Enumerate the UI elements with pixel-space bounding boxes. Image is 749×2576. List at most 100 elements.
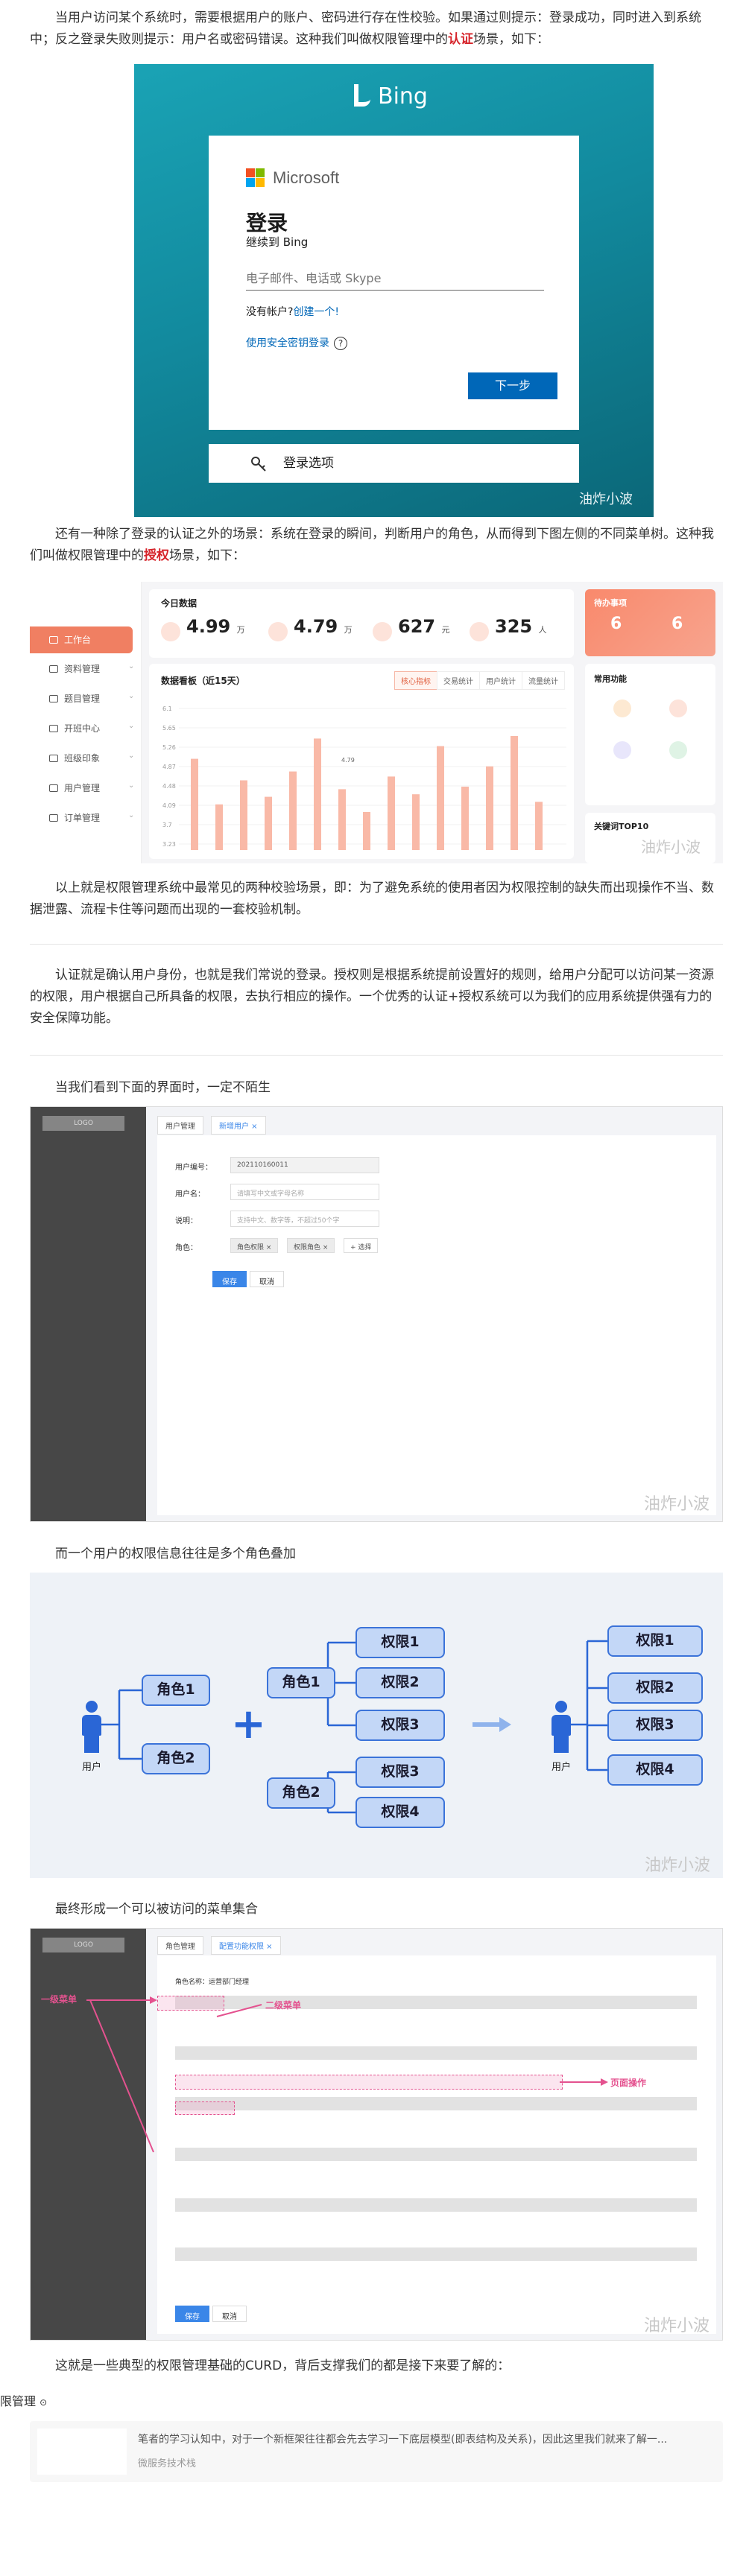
sign-in-options-button[interactable]: 登录选项 bbox=[209, 444, 579, 483]
function-2[interactable] bbox=[656, 699, 701, 722]
user-form-image: LOGO 用户管理 新增用户 × 用户编号： 202110160011 用户名：请… bbox=[30, 1106, 723, 1522]
tab-user-management[interactable]: 用户管理 bbox=[157, 1116, 203, 1135]
key-icon bbox=[251, 457, 266, 472]
chevron-down-icon: ⌄ bbox=[128, 811, 135, 819]
p2-highlight: 授权 bbox=[144, 548, 169, 563]
image-icon bbox=[49, 755, 58, 762]
watermark: 油炸小波 bbox=[579, 492, 633, 507]
p7-text: 最终形成一个可以被访问的菜单集合 bbox=[55, 1902, 258, 1917]
role-chip-2[interactable]: 权限角色 × bbox=[287, 1238, 335, 1253]
role-2-center-box: 角色2 bbox=[267, 1777, 335, 1809]
intro-paragraph: 当用户访问某个系统时，需要根据用户的账户、密码进行存在性校验。如果通过则提示：登… bbox=[30, 7, 723, 51]
y-tick-label: 4.48 bbox=[162, 783, 176, 790]
menu-item-classes[interactable]: 开班中心 ⌄ bbox=[49, 722, 134, 735]
perm-box-1: 权限1 bbox=[355, 1627, 445, 1658]
trend-bar bbox=[437, 746, 444, 850]
workbench-icon bbox=[49, 636, 58, 644]
chevron-down-icon: ⌄ bbox=[128, 662, 135, 670]
bing-logo: Bing bbox=[354, 83, 428, 110]
admin-sidebar: LOGO bbox=[31, 1107, 146, 1521]
user-label-right: 用户 bbox=[552, 1762, 572, 1773]
perm-box-3b: 权限3 bbox=[355, 1757, 445, 1788]
role-chip-1[interactable]: 角色权限 × bbox=[230, 1238, 279, 1253]
create-account-link[interactable]: 创建一个! bbox=[293, 306, 339, 318]
watermark: 油炸小波 bbox=[644, 1495, 710, 1514]
p1-end: 场景，如下： bbox=[473, 32, 549, 47]
role-1-center-box: 角色1 bbox=[267, 1667, 335, 1698]
menu-item-materials[interactable]: 资料管理 ⌄ bbox=[49, 662, 134, 675]
admin-content: 用户管理 新增用户 × 用户编号： 202110160011 用户名： 请填写中文或… bbox=[157, 1116, 716, 1515]
chevron-down-icon: ⌄ bbox=[128, 781, 135, 790]
cancel-button[interactable]: 取消 bbox=[250, 1271, 284, 1287]
description-row: 说明： 支持中文、数字等，不超过50个字 bbox=[175, 1211, 379, 1227]
dashboard-sidebar: 工作台 资料管理 ⌄ 题目管理 ⌄ 开班中心 ⌄ 班级印象 ⌄ 用户管理 ⌄ 订单管理 ⌄ bbox=[30, 582, 142, 863]
y-tick-label: 6.1 bbox=[162, 705, 172, 712]
no-account-text: 没有帐户?创建一个! bbox=[246, 306, 340, 318]
security-key-link[interactable]: 使用安全密钥登录? bbox=[246, 335, 347, 350]
folder-icon bbox=[49, 665, 58, 673]
watermark: 油炸小波 bbox=[645, 1856, 711, 1875]
order-icon bbox=[49, 814, 58, 822]
perm-box-3: 权限3 bbox=[355, 1710, 445, 1741]
user-label: 用户 bbox=[82, 1762, 102, 1773]
menu-item-orders[interactable]: 订单管理 ⌄ bbox=[49, 811, 134, 824]
login-subtitle: 继续到 Bing bbox=[246, 235, 309, 249]
account-input[interactable]: 电子邮件、电话或 Skype bbox=[246, 264, 544, 291]
annotation-arrows bbox=[86, 1996, 608, 2153]
result-perm-2: 权限2 bbox=[607, 1672, 703, 1704]
watermark: 油炸小波 bbox=[644, 2317, 710, 2335]
chevron-down-icon: ⌄ bbox=[128, 752, 135, 760]
description-input[interactable]: 支持中文、数字等，不超过50个字 bbox=[230, 1211, 379, 1227]
username-input[interactable]: 请填写中文或字母名称 bbox=[230, 1184, 379, 1200]
result-perm-4: 权限4 bbox=[607, 1754, 703, 1786]
login-card: Microsoft 登录 继续到 Bing 电子邮件、电话或 Skype 没有帐… bbox=[209, 136, 579, 430]
next-button[interactable]: 下一步 bbox=[468, 372, 557, 399]
add-role-button[interactable]: + 选择 bbox=[344, 1238, 379, 1253]
link-description: 笔者的学习认知中，对于一个新框架往往都会先去学习一下底层模型(即表结构及关系)，… bbox=[138, 2434, 668, 2446]
trend-bar bbox=[461, 787, 469, 850]
role-permission-diagram: 用户 角色1 角色2 + 角色1 角色2 权限1 权限2 权限3 权限3 权限4… bbox=[30, 1573, 723, 1878]
p5-text: 当我们看到下面的界面时，一定不陌生 bbox=[55, 1080, 271, 1095]
link-icon: ⊙ bbox=[39, 2397, 48, 2408]
menu-item-questions[interactable]: 题目管理 ⌄ bbox=[49, 692, 134, 705]
link-card[interactable]: 笔者的学习认知中，对于一个新框架往往都会先去学习一下底层模型(即表结构及关系)，… bbox=[30, 2421, 723, 2482]
function-4[interactable] bbox=[656, 741, 701, 764]
help-icon[interactable]: ? bbox=[334, 337, 347, 350]
tab-add-user[interactable]: 新增用户 × bbox=[211, 1116, 266, 1135]
bar-data-label: 4.79 bbox=[341, 757, 355, 764]
plus-icon: + bbox=[231, 1700, 266, 1748]
function-1[interactable] bbox=[600, 699, 645, 722]
microsoft-logo-icon bbox=[246, 168, 265, 188]
perm-box-2: 权限2 bbox=[355, 1667, 445, 1698]
class-icon bbox=[49, 725, 58, 732]
function-3[interactable] bbox=[600, 741, 645, 764]
save-button[interactable]: 保存 bbox=[212, 1271, 247, 1287]
bing-login-image: Bing Microsoft 登录 继续到 Bing 电子邮件、电话或 Skyp… bbox=[134, 64, 654, 517]
trend-bar bbox=[265, 796, 272, 850]
p8-text: 这就是一些典型的权限管理基础的CURD，背后支撑我们的都是接下来要了解的： bbox=[55, 2358, 511, 2373]
watermark: 油炸小波 bbox=[641, 838, 701, 856]
level2-label: 二级菜单 bbox=[265, 2000, 302, 2011]
perm-box-4: 权限4 bbox=[355, 1797, 445, 1828]
menu-permission-image: LOGO 角色管理 配置功能权限 × 角色名称：运营部门经理 保存 取消 一级菜… bbox=[30, 1928, 723, 2341]
page-op-label: 页面操作 bbox=[610, 2078, 647, 2088]
y-tick-label: 5.65 bbox=[162, 725, 176, 732]
y-tick-label: 3.7 bbox=[162, 822, 172, 828]
trend-bar bbox=[511, 736, 518, 850]
login-title: 登录 bbox=[246, 211, 288, 235]
menu-item-impression[interactable]: 班级印象 ⌄ bbox=[49, 752, 134, 764]
pending-panel: 待办事项 6 6 bbox=[585, 589, 715, 656]
role-2-box: 角色2 bbox=[142, 1743, 210, 1774]
trend-bar bbox=[191, 758, 198, 850]
user-id-field: 202110160011 bbox=[230, 1157, 379, 1173]
trend-bar bbox=[314, 738, 321, 850]
divider bbox=[30, 944, 723, 945]
link-title[interactable]: 限管理 ⊙ bbox=[0, 2391, 47, 2409]
p6-text: 而一个用户的权限信息往往是多个角色叠加 bbox=[55, 1546, 296, 1561]
bing-b-icon bbox=[354, 84, 370, 107]
menu-item-users[interactable]: 用户管理 ⌄ bbox=[49, 781, 134, 794]
link-source: 微服务技术栈 bbox=[138, 2458, 197, 2469]
microsoft-wordmark: Microsoft bbox=[273, 168, 340, 187]
menu-item-workbench[interactable]: 工作台 bbox=[30, 626, 133, 653]
result-perm-3: 权限3 bbox=[607, 1710, 703, 1741]
